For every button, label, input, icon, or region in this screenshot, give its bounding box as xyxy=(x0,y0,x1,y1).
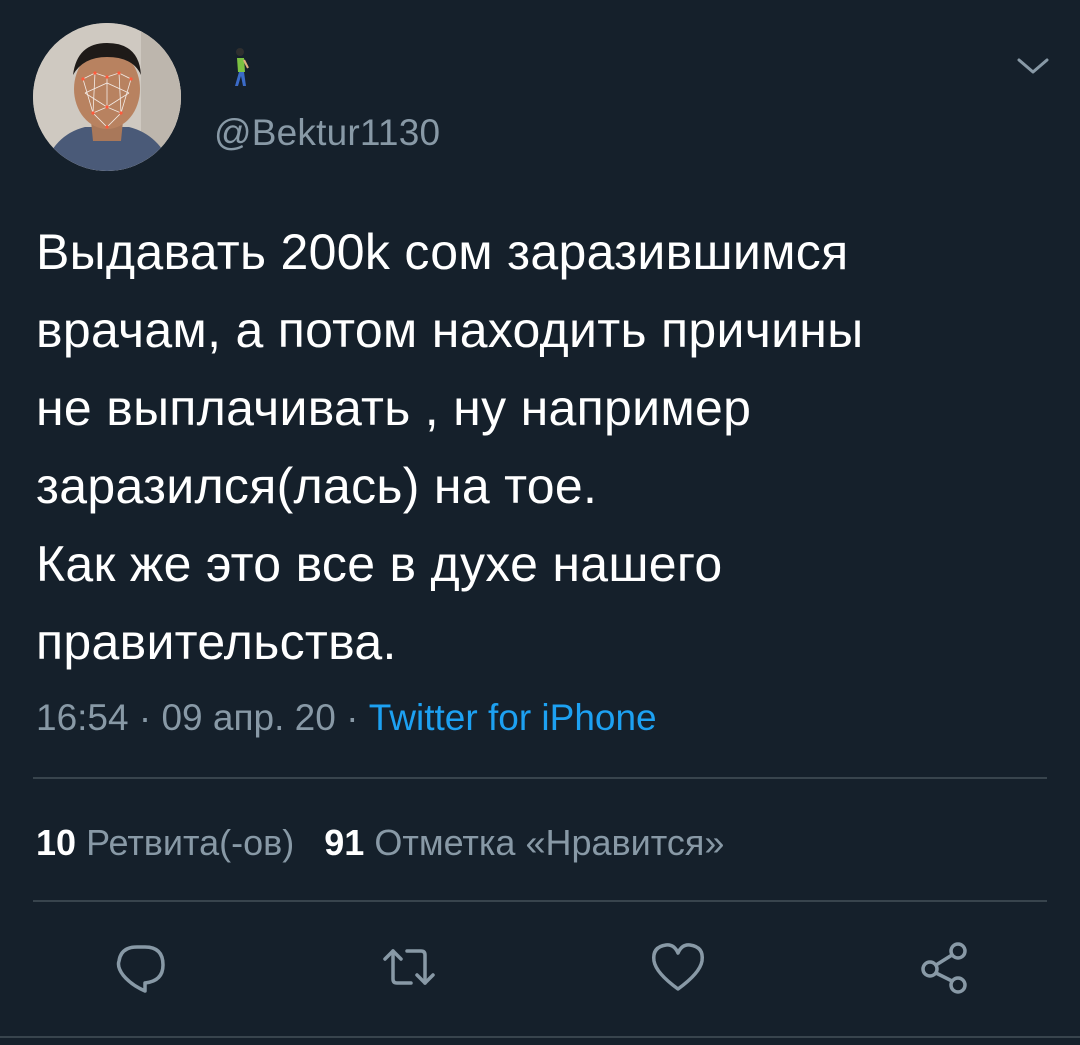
tweet-stats: 10 Ретвита(-ов) 91 Отметка «Нравится» xyxy=(36,822,724,864)
meta-separator: · xyxy=(128,697,162,738)
retweets-label: Ретвита(-ов) xyxy=(86,822,295,863)
tweet-date: 09 апр. 20 xyxy=(161,697,336,738)
likes-count: 91 xyxy=(324,822,365,863)
tweet-time: 16:54 xyxy=(36,697,129,738)
heart-icon[interactable] xyxy=(646,935,710,999)
person-walking-icon xyxy=(230,46,250,94)
tweet-text: Выдавать 200k сом заразившимся врачам, а… xyxy=(36,224,864,670)
meta-separator: · xyxy=(335,697,369,738)
avatar[interactable] xyxy=(33,23,181,171)
divider xyxy=(33,777,1047,779)
tweet-source-link[interactable]: Twitter for iPhone xyxy=(369,697,657,738)
tweet-meta: 16:54 · 09 апр. 20 · Twitter for iPhone xyxy=(36,697,657,739)
chevron-down-icon[interactable] xyxy=(1013,52,1053,80)
retweets-stat[interactable]: 10 Ретвита(-ов) xyxy=(36,822,294,863)
reply-icon[interactable] xyxy=(109,935,173,999)
divider xyxy=(0,1036,1080,1038)
username[interactable]: @Bektur1130 xyxy=(214,112,440,154)
share-icon[interactable] xyxy=(912,935,976,999)
retweets-count: 10 xyxy=(36,822,77,863)
divider xyxy=(33,900,1047,902)
retweet-icon[interactable] xyxy=(377,935,441,999)
likes-stat[interactable]: 91 Отметка «Нравится» xyxy=(324,822,724,863)
likes-label: Отметка «Нравится» xyxy=(374,822,725,863)
tweet-header: @Bektur1130 xyxy=(0,0,1080,190)
